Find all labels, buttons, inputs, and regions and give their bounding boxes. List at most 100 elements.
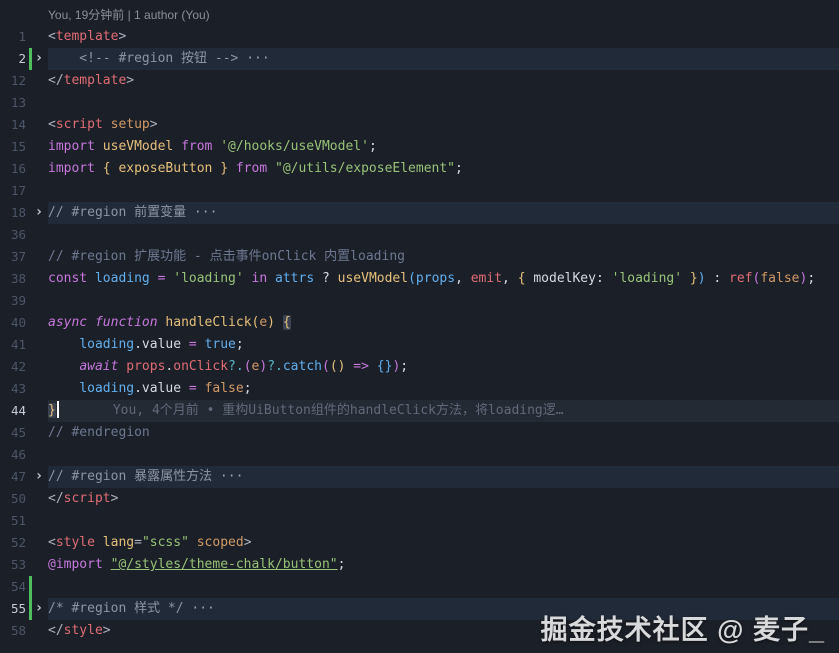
token-commentFold: <!-- #region 按钮 --> <box>48 51 238 66</box>
token-fn: useVModel <box>338 271 408 286</box>
line-number: 58 <box>0 620 26 642</box>
token-punct: < <box>48 535 56 550</box>
code-line-13[interactable]: 13 <box>0 92 839 114</box>
codelens-text: You, 19分钟前 | 1 author (You) <box>48 4 210 26</box>
gutter: 18› <box>0 202 48 224</box>
gutter: 50 <box>0 488 48 510</box>
token-white <box>95 139 103 154</box>
token-fn: exposeButton <box>118 161 212 176</box>
code-line-16[interactable]: 16import { exposeButton } from "@/utils/… <box>0 158 839 180</box>
gutter: 47› <box>0 466 48 488</box>
token-kwi: await <box>79 359 118 374</box>
code-line-53[interactable]: 53@import "@/styles/theme-chalk/button"; <box>0 554 839 576</box>
code-content: import { exposeButton } from "@/utils/ex… <box>48 158 839 180</box>
line-number: 50 <box>0 488 26 510</box>
token-blue: loading <box>79 337 134 352</box>
line-number: 42 <box>0 356 26 378</box>
git-blame-annotation: You, 4个月前 • 重构UiButton组件的handleClick方法，将… <box>113 403 564 418</box>
line-number: 36 <box>0 224 26 246</box>
code-line-42[interactable]: 42 await props.onClick?.(e)?.catch(() =>… <box>0 356 839 378</box>
line-number: 52 <box>0 532 26 554</box>
token-punct: < <box>48 29 56 44</box>
code-content: @import "@/styles/theme-chalk/button"; <box>48 554 839 576</box>
fold-chevron-icon[interactable]: › <box>32 202 46 223</box>
code-line-45[interactable]: 45// #endregion <box>0 422 839 444</box>
code-line-39[interactable]: 39 <box>0 290 839 312</box>
code-content: loading.value = false; <box>48 378 839 400</box>
token-tag: template <box>56 29 119 44</box>
token-brace: } <box>682 271 698 286</box>
token-white: : <box>706 271 729 286</box>
token-op: => <box>353 359 369 374</box>
code-line-47[interactable]: 47›// #region 暴露属性方法 ··· <box>0 466 839 488</box>
code-content: async function handleClick(e) { <box>48 312 839 334</box>
code-line-18[interactable]: 18›// #region 前置变量 ··· <box>0 202 839 224</box>
token-white: ; <box>455 161 463 176</box>
code-content: const loading = 'loading' in attrs ? use… <box>48 268 839 290</box>
token-blue: loading <box>95 271 150 286</box>
code-content: <template> <box>48 26 839 48</box>
code-line-1[interactable]: 1<template> <box>0 26 839 48</box>
token-orange: setup <box>111 117 150 132</box>
code-line-37[interactable]: 37// #region 扩展功能 - 点击事件onClick 内置loadin… <box>0 246 839 268</box>
code-line-46[interactable]: 46 <box>0 444 839 466</box>
token-brace: } <box>212 161 228 176</box>
gutter: 45 <box>0 422 48 444</box>
code-line-36[interactable]: 36 <box>0 224 839 246</box>
code-line-15[interactable]: 15import useVModel from '@/hooks/useVMod… <box>0 136 839 158</box>
line-number: 51 <box>0 510 26 532</box>
token-white <box>369 359 377 374</box>
code-line-38[interactable]: 38 const loading = 'loading' in attrs ? u… <box>0 268 839 290</box>
code-content: // #region 暴露属性方法 ··· <box>48 466 839 488</box>
code-line-50[interactable]: 50</script> <box>0 488 839 510</box>
token-parenPurple: ( <box>322 359 330 374</box>
token-str: 'loading' <box>173 271 243 286</box>
code-content: // #endregion <box>48 422 839 444</box>
code-editor[interactable]: You, 19分钟前 | 1 author (You) 1<template>2… <box>0 0 839 653</box>
token-orange: scoped <box>197 535 244 550</box>
token-orange: false <box>205 381 244 396</box>
token-punct: > <box>150 117 158 132</box>
gutter: 43 <box>0 378 48 400</box>
code-line-2[interactable]: 2› <!-- #region 按钮 --> ··· <box>0 48 839 70</box>
token-str: 'loading' <box>612 271 682 286</box>
code-line-41[interactable]: 41 loading.value = true; <box>0 334 839 356</box>
token-ellipsis: ··· <box>212 469 243 484</box>
text-cursor <box>57 401 59 418</box>
code-line-12[interactable]: 12</template> <box>0 70 839 92</box>
code-line-40[interactable]: 40async function handleClick(e) { <box>0 312 839 334</box>
token-white <box>48 337 79 352</box>
code-content: </template> <box>48 70 839 92</box>
code-line-54[interactable]: 54 <box>0 576 839 598</box>
code-line-52[interactable]: 52<style lang="scss" scoped> <box>0 532 839 554</box>
gutter: 14 <box>0 114 48 136</box>
gutter: 41 <box>0 334 48 356</box>
token-kw: from <box>173 139 220 154</box>
line-number: 38 <box>0 268 26 290</box>
token-punct: < <box>48 117 56 132</box>
git-modified-bar <box>29 576 32 598</box>
token-commentFold: // #region 前置变量 <box>48 205 186 220</box>
token-kw: const <box>48 271 87 286</box>
code-line-51[interactable]: 51 <box>0 510 839 532</box>
gutter: 39 <box>0 290 48 312</box>
code-content: // #region 前置变量 ··· <box>48 202 839 224</box>
gutter: 15 <box>0 136 48 158</box>
code-line-43[interactable]: 43 loading.value = false; <box>0 378 839 400</box>
code-line-14[interactable]: 14<script setup> <box>0 114 839 136</box>
token-punct: > <box>244 535 252 550</box>
code-content <box>48 224 839 246</box>
token-blue: loading <box>79 381 134 396</box>
fold-chevron-icon[interactable]: › <box>32 466 46 487</box>
fold-chevron-icon[interactable]: › <box>32 598 46 619</box>
fold-chevron-icon[interactable]: › <box>32 48 46 69</box>
token-white <box>150 271 158 286</box>
token-white: ? <box>314 271 337 286</box>
gutter: 44 <box>0 400 48 422</box>
code-content: }You, 4个月前 • 重构UiButton组件的handleClick方法，… <box>48 400 839 422</box>
code-line-17[interactable]: 17 <box>0 180 839 202</box>
token-tag: style <box>56 535 95 550</box>
codelens-annotation[interactable]: You, 19分钟前 | 1 author (You) <box>0 6 839 26</box>
token-ellipsis: ··· <box>186 205 217 220</box>
code-line-44[interactable]: 44}You, 4个月前 • 重构UiButton组件的handleClick方… <box>0 400 839 422</box>
